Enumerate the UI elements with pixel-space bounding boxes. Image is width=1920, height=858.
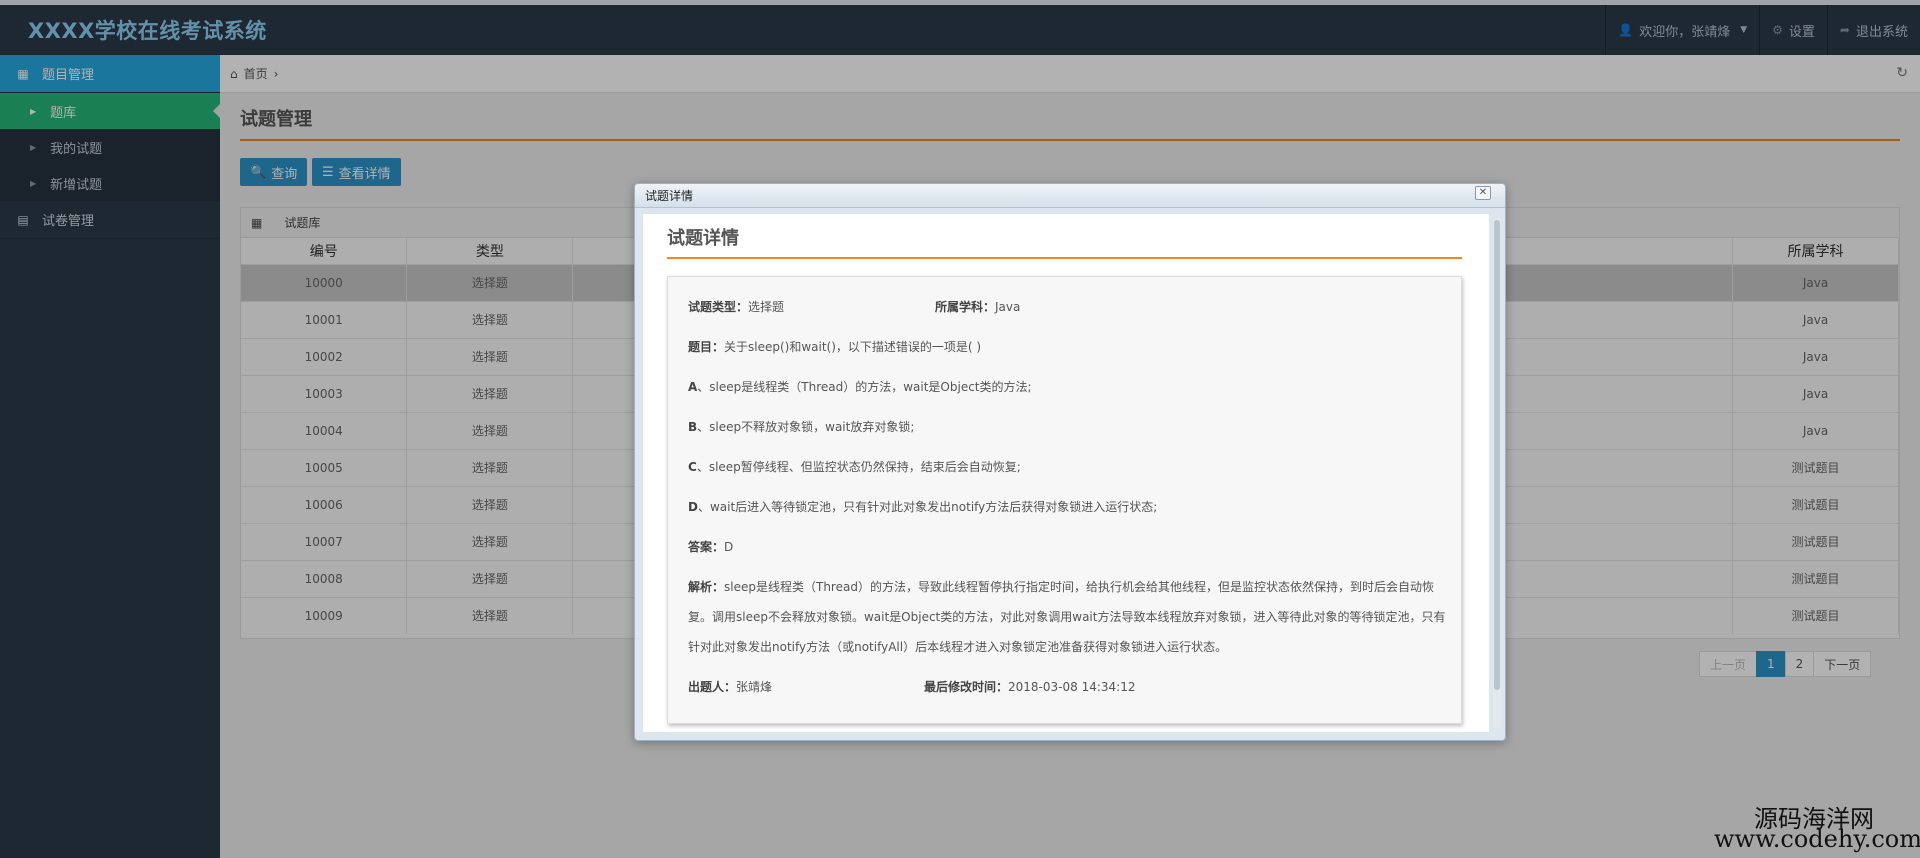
watermark-url: www.codehy.com xyxy=(1714,825,1920,853)
dialog-scrollbar[interactable] xyxy=(1493,218,1501,728)
option-b: B、sleep不释放对象锁，wait放弃对象锁; xyxy=(688,420,915,434)
question-detail-dialog: 试题详情 ✕ 试题详情 试题类型：选择题 所属学科：Java 题目：关于slee… xyxy=(634,183,1506,741)
subject-row: 所属学科：Java xyxy=(935,300,1021,314)
option-a: A、sleep是线程类（Thread）的方法，wait是Object类的方法; xyxy=(688,380,1032,394)
close-icon[interactable]: ✕ xyxy=(1475,186,1491,200)
type-row: 试题类型：选择题 xyxy=(688,300,785,314)
option-c: C、sleep暂停线程、但监控状态仍然保持，结束后会自动恢复; xyxy=(688,460,1021,474)
analysis-block: 解析：sleep是线程类（Thread）的方法，导致此线程暂停执行指定时间，给执… xyxy=(688,580,1446,654)
option-d: D、wait后进入等待锁定池，只有针对此对象发出notify方法后获得对象锁进入… xyxy=(688,500,1158,514)
dialog-body: 试题详情 试题类型：选择题 所属学科：Java 题目：关于sleep()和wai… xyxy=(643,214,1489,732)
dialog-window-title: 试题详情 xyxy=(645,189,694,203)
author-row: 出题人：张靖烽 xyxy=(688,680,773,694)
dialog-titlebar[interactable]: 试题详情 xyxy=(635,184,1505,208)
detail-card: 试题类型：选择题 所属学科：Java 题目：关于sleep()和wait()，以… xyxy=(667,276,1462,724)
answer-row: 答案：D xyxy=(688,540,734,554)
scrollbar-thumb[interactable] xyxy=(1494,220,1500,690)
detail-heading: 试题详情 xyxy=(667,228,739,249)
modified-time-row: 最后修改时间：2018-03-08 14:34:12 xyxy=(924,680,1136,694)
detail-divider xyxy=(667,257,1462,259)
question-row: 题目：关于sleep()和wait()，以下描述错误的一项是( ) xyxy=(688,340,982,354)
